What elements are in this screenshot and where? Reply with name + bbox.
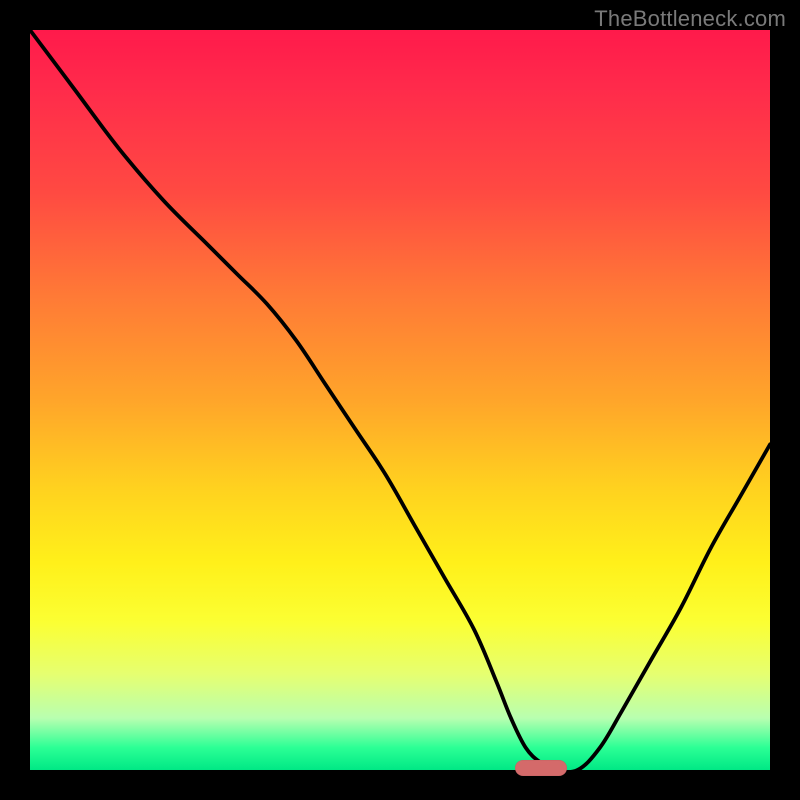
optimal-marker [515,760,567,776]
watermark-text: TheBottleneck.com [594,6,786,32]
chart-frame: TheBottleneck.com [0,0,800,800]
plot-area [30,30,770,770]
curve-path [30,30,770,772]
bottleneck-curve [30,30,770,770]
